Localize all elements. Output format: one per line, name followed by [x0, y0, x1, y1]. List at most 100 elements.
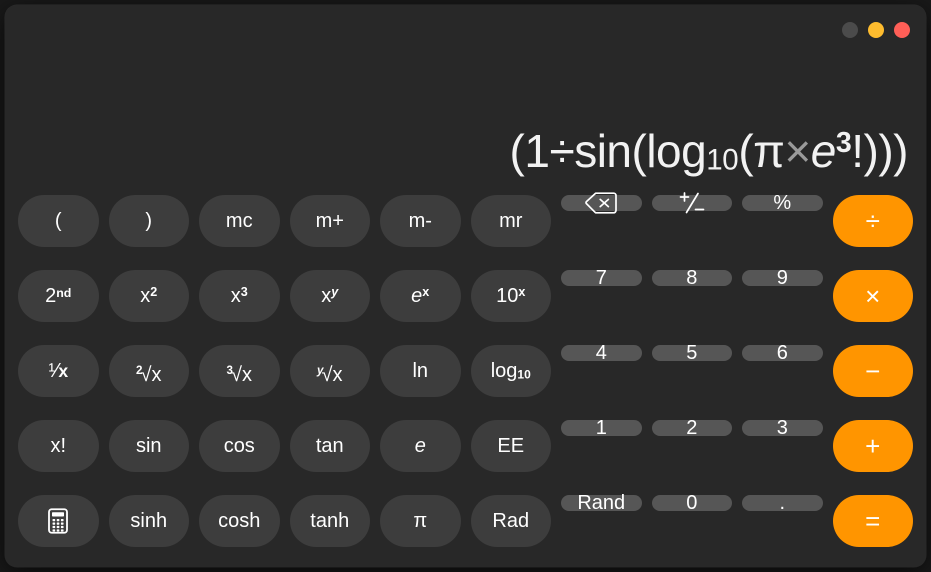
key-second[interactable]: 2nd: [18, 270, 99, 322]
window-controls: [842, 22, 910, 38]
key-9[interactable]: 9: [742, 268, 823, 288]
key-percent[interactable]: %: [742, 192, 823, 214]
key-cos[interactable]: cos: [199, 420, 280, 472]
key-label: xy: [321, 284, 339, 308]
key-row: sinh cosh tanh π Rad Rand 0. =: [18, 492, 913, 547]
key-label: tanh: [310, 510, 350, 532]
key-factorial[interactable]: x!: [18, 420, 99, 472]
key-sign[interactable]: [651, 192, 732, 214]
key-cosh[interactable]: cosh: [199, 495, 280, 547]
key-label: =: [865, 506, 881, 536]
key-memory-recall[interactable]: mr: [470, 195, 551, 247]
key-log10[interactable]: log10: [470, 345, 551, 397]
key-label: mr: [499, 210, 523, 232]
key-reciprocal[interactable]: ¹⁄x: [18, 345, 99, 397]
calculator-keypad: () mc m+ m-mr% ÷ 2nd x2 x3 xy ex 10x 7 8 9 × ¹⁄x 2 √x 3 √x y…: [18, 192, 913, 547]
key-open-paren[interactable]: (: [18, 195, 99, 247]
key-sinh[interactable]: sinh: [108, 495, 189, 547]
key-label: 7: [595, 267, 607, 289]
key-delete[interactable]: [561, 192, 642, 214]
title-bar[interactable]: [5, 5, 926, 57]
key-euler[interactable]: e: [380, 420, 461, 472]
key-label: ×: [865, 281, 881, 311]
key-close-paren[interactable]: ): [108, 195, 189, 247]
key-label: sin: [135, 435, 162, 457]
key-6[interactable]: 6: [742, 343, 823, 363]
key-label: 4: [595, 342, 607, 364]
key-cube[interactable]: x3: [199, 270, 280, 322]
key-label: 2nd: [45, 285, 72, 307]
key-basic-mode[interactable]: [18, 495, 99, 547]
key-label: 0: [686, 492, 698, 514]
calculator-icon: [48, 508, 69, 534]
key-yroot[interactable]: y √x: [289, 345, 370, 397]
key-subtract[interactable]: −: [832, 345, 913, 397]
key-row: () mc m+ m-mr% ÷: [18, 192, 913, 247]
key-label: 1: [595, 417, 607, 439]
key-label: ): [145, 210, 153, 232]
key-8[interactable]: 8: [651, 268, 732, 288]
key-pi[interactable]: π: [380, 495, 461, 547]
key-label: ÷: [865, 206, 880, 236]
key-ln[interactable]: ln: [380, 345, 461, 397]
key-label: π: [413, 510, 428, 532]
key-label: cosh: [218, 510, 261, 532]
key-3[interactable]: 3: [742, 417, 823, 439]
key-memory-add[interactable]: m+: [289, 195, 370, 247]
zoom-button[interactable]: [894, 22, 910, 38]
key-tan[interactable]: tan: [289, 420, 370, 472]
key-label: mc: [225, 210, 253, 232]
plus-minus-icon: [679, 192, 705, 214]
expression-readout: (1÷sin(log10(π×e3!))): [509, 125, 908, 178]
key-4[interactable]: 4: [561, 342, 642, 364]
key-1[interactable]: 1: [561, 417, 642, 439]
key-label: 2: [686, 417, 698, 439]
key-label: Rad: [492, 510, 530, 532]
key-7[interactable]: 7: [561, 267, 642, 289]
key-label: 10x: [496, 284, 526, 308]
key-power-y[interactable]: xy: [289, 270, 370, 322]
key-label: %: [773, 192, 792, 214]
key-label: −: [865, 356, 881, 386]
key-label: sinh: [130, 510, 168, 532]
key-label: .: [779, 492, 786, 514]
key-decimal[interactable]: .: [742, 492, 823, 514]
key-row: ¹⁄x 2 √x 3 √x y √x ln log10 4 5 6 −: [18, 342, 913, 397]
key-label: 3: [776, 417, 788, 439]
calculator-display: (1÷sin(log10(π×e3!))): [23, 57, 908, 179]
key-square[interactable]: x2: [108, 270, 189, 322]
key-sqrt[interactable]: 2 √x: [108, 345, 189, 397]
key-row: 2nd x2 x3 xy ex 10x 7 8 9 ×: [18, 267, 913, 322]
key-rand[interactable]: Rand: [561, 492, 642, 514]
key-label: 3 √x: [226, 363, 252, 386]
key-label: 5: [686, 342, 698, 364]
key-add[interactable]: +: [832, 420, 913, 472]
key-0[interactable]: 0: [651, 492, 732, 514]
key-ee[interactable]: EE: [470, 420, 551, 472]
key-exp-e[interactable]: ex: [380, 270, 461, 322]
key-divide[interactable]: ÷: [832, 195, 913, 247]
key-memory-clear[interactable]: mc: [199, 195, 280, 247]
key-label: x!: [50, 435, 67, 457]
key-tanh[interactable]: tanh: [289, 495, 370, 547]
minimize-button[interactable]: [868, 22, 884, 38]
key-rad[interactable]: Rad: [470, 495, 551, 547]
key-memory-sub[interactable]: m-: [380, 195, 461, 247]
key-label: +: [865, 431, 881, 461]
key-exp-10[interactable]: 10x: [470, 270, 551, 322]
key-equals[interactable]: =: [832, 495, 913, 547]
key-label: log10: [490, 360, 531, 382]
key-sin[interactable]: sin: [108, 420, 189, 472]
key-label: ¹⁄x: [48, 360, 69, 382]
key-label: Rand: [577, 492, 626, 514]
key-5[interactable]: 5: [651, 342, 732, 364]
delete-backspace-icon: [585, 192, 618, 214]
key-row: x! sin cos tan e EE 1 2 3 +: [18, 417, 913, 472]
key-label: y √x: [317, 363, 343, 386]
key-2[interactable]: 2: [651, 417, 732, 439]
close-button[interactable]: [842, 22, 858, 38]
key-label: (: [54, 210, 62, 232]
key-label: x3: [230, 284, 248, 308]
key-cbrt[interactable]: 3 √x: [199, 345, 280, 397]
key-multiply[interactable]: ×: [832, 270, 913, 322]
